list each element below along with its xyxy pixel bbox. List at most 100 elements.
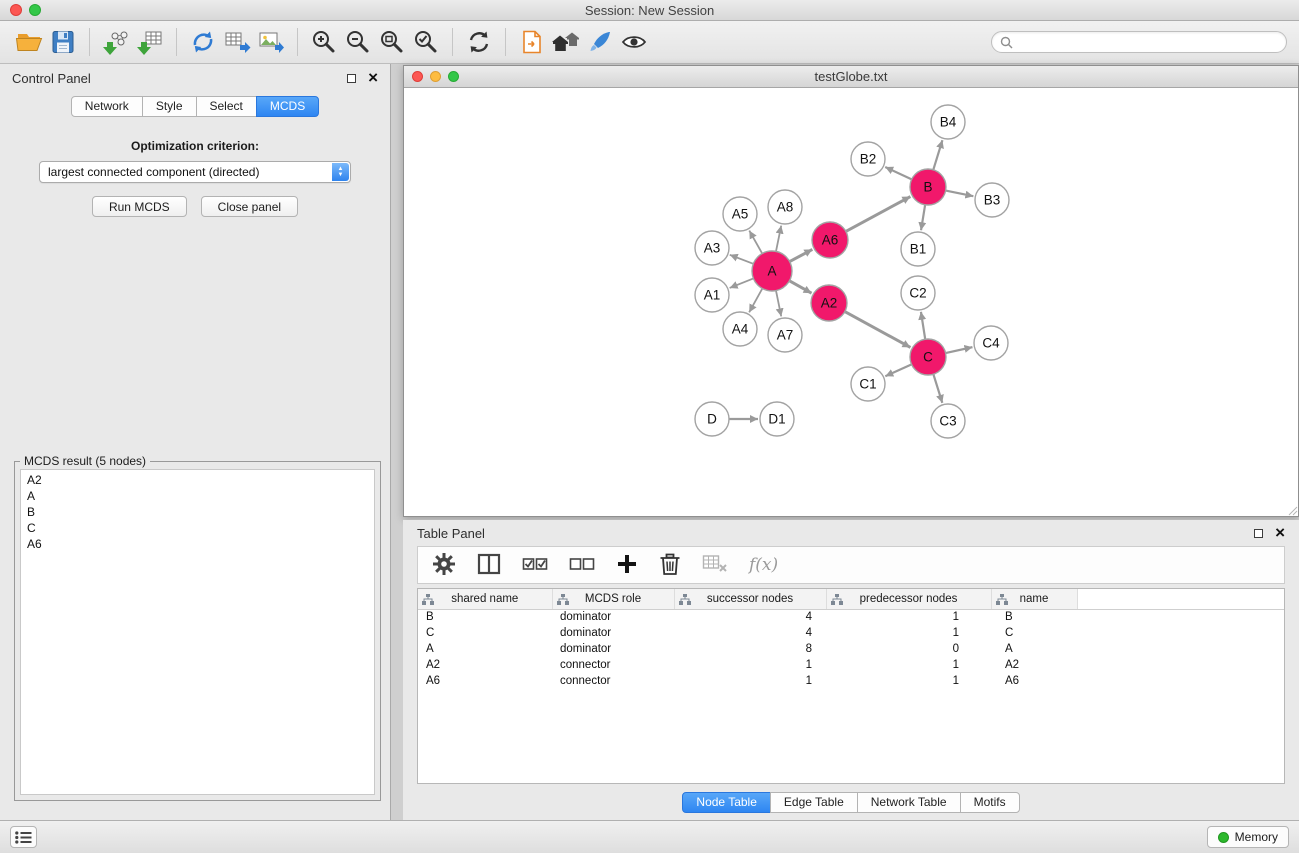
table-cell[interactable]: 1 [826,673,991,689]
table-cell[interactable]: B [991,609,1077,625]
node-B1[interactable]: B1 [901,232,935,266]
table-tab-node-table[interactable]: Node Table [682,792,771,813]
save-session-button[interactable] [46,26,80,58]
table-cell[interactable]: dominator [552,609,674,625]
add-row-button[interactable] [616,553,638,578]
table-row[interactable]: Adominator80A [418,641,1284,657]
task-history-button[interactable] [10,826,37,848]
node-A4[interactable]: A4 [723,312,757,346]
minimize-network-window-button[interactable] [430,71,441,82]
edge-C-C2[interactable] [921,312,925,339]
zoom-fit-button[interactable] [375,26,409,58]
node-A7[interactable]: A7 [768,318,802,352]
edge-A-A6[interactable] [790,249,813,261]
edge-C-C4[interactable] [946,347,973,353]
home-button[interactable] [549,26,583,58]
table-tab-edge-table[interactable]: Edge Table [770,792,858,813]
table-row[interactable]: Cdominator41C [418,625,1284,641]
edge-B-B4[interactable] [933,140,942,170]
close-network-window-button[interactable] [412,71,423,82]
export-image-button[interactable] [254,26,288,58]
table-row[interactable]: Bdominator41B [418,609,1284,625]
edge-A-A2[interactable] [789,281,811,293]
edge-A-A4[interactable] [749,289,762,313]
network-window-titlebar[interactable]: testGlobe.txt [404,66,1298,88]
search-input[interactable] [1018,35,1278,49]
node-A[interactable]: A [752,251,792,291]
mcds-result-item[interactable]: A2 [21,472,374,488]
node-C2[interactable]: C2 [901,276,935,310]
table-cell[interactable]: connector [552,657,674,673]
float-table-panel-icon[interactable] [1254,529,1263,538]
resize-grip[interactable] [1285,503,1298,516]
table-row[interactable]: A2connector11A2 [418,657,1284,673]
table-cell[interactable]: dominator [552,625,674,641]
column-header-mcds-role[interactable]: MCDS role [552,589,674,609]
show-column-button[interactable] [477,552,501,579]
table-cell[interactable]: C [418,625,552,641]
import-network-button[interactable] [99,26,133,58]
node-C4[interactable]: C4 [974,326,1008,360]
criterion-dropdown[interactable]: largest connected component (directed) ▲… [39,161,351,183]
table-cell[interactable]: A6 [991,673,1077,689]
zoom-selected-button[interactable] [409,26,443,58]
edge-B-B1[interactable] [921,205,925,230]
refresh-view-button[interactable] [462,26,496,58]
zoom-in-button[interactable] [307,26,341,58]
tab-style[interactable]: Style [142,96,197,117]
node-A5[interactable]: A5 [723,197,757,231]
close-table-panel-icon[interactable]: × [1275,526,1285,540]
table-cell[interactable]: 8 [674,641,826,657]
edge-B-B2[interactable] [885,167,911,179]
edge-A-A3[interactable] [730,255,754,264]
table-cell[interactable]: A [991,641,1077,657]
mcds-result-list[interactable]: A2ABCA6 [20,469,375,795]
table-settings-button[interactable] [432,552,456,579]
table-cell[interactable]: A2 [991,657,1077,673]
edge-A2-C[interactable] [845,312,911,348]
edge-C-C1[interactable] [885,364,911,376]
zoom-network-window-button[interactable] [448,71,459,82]
table-cell[interactable]: 1 [674,673,826,689]
table-cell[interactable]: A [418,641,552,657]
document-button[interactable] [515,26,549,58]
table-tab-motifs[interactable]: Motifs [960,792,1020,813]
network-graph[interactable]: B4B2BB3A8A5A6B1A3AC2A1A2A4A7C4CC1C3DD1 [404,89,1298,516]
edge-A-A5[interactable] [749,231,762,254]
column-header-name[interactable]: name [991,589,1077,609]
table-cell[interactable]: C [991,625,1077,641]
delete-row-button[interactable] [659,552,681,579]
export-network-button[interactable] [186,26,220,58]
table-cell[interactable]: 0 [826,641,991,657]
style-paint-button[interactable] [583,26,617,58]
open-file-button[interactable] [12,26,46,58]
select-all-button[interactable] [522,554,548,577]
tab-mcds[interactable]: MCDS [256,96,319,117]
table-tab-network-table[interactable]: Network Table [857,792,961,813]
table-cell[interactable]: A6 [418,673,552,689]
node-D1[interactable]: D1 [760,402,794,436]
edge-C-C3[interactable] [933,374,942,403]
node-A8[interactable]: A8 [768,190,802,224]
node-A3[interactable]: A3 [695,231,729,265]
edge-A-A8[interactable] [776,226,781,252]
table-row[interactable]: A6connector11A6 [418,673,1284,689]
tab-select[interactable]: Select [196,96,257,117]
zoom-window-button[interactable] [29,4,41,16]
table-cell[interactable]: 4 [674,609,826,625]
table-cell[interactable]: 1 [826,609,991,625]
mcds-result-item[interactable]: B [21,504,374,520]
table-cell[interactable]: 1 [826,657,991,673]
table-cell[interactable]: 1 [674,657,826,673]
show-hide-graphics-button[interactable] [617,26,651,58]
close-panel-icon[interactable]: × [368,71,378,85]
column-header-predecessor-nodes[interactable]: predecessor nodes [826,589,991,609]
mcds-result-item[interactable]: A [21,488,374,504]
close-window-button[interactable] [10,4,22,16]
table-cell[interactable]: 1 [826,625,991,641]
table-cell[interactable]: B [418,609,552,625]
edge-A-A1[interactable] [730,278,754,288]
node-B[interactable]: B [910,169,946,205]
node-B4[interactable]: B4 [931,105,965,139]
table-cell[interactable]: A2 [418,657,552,673]
